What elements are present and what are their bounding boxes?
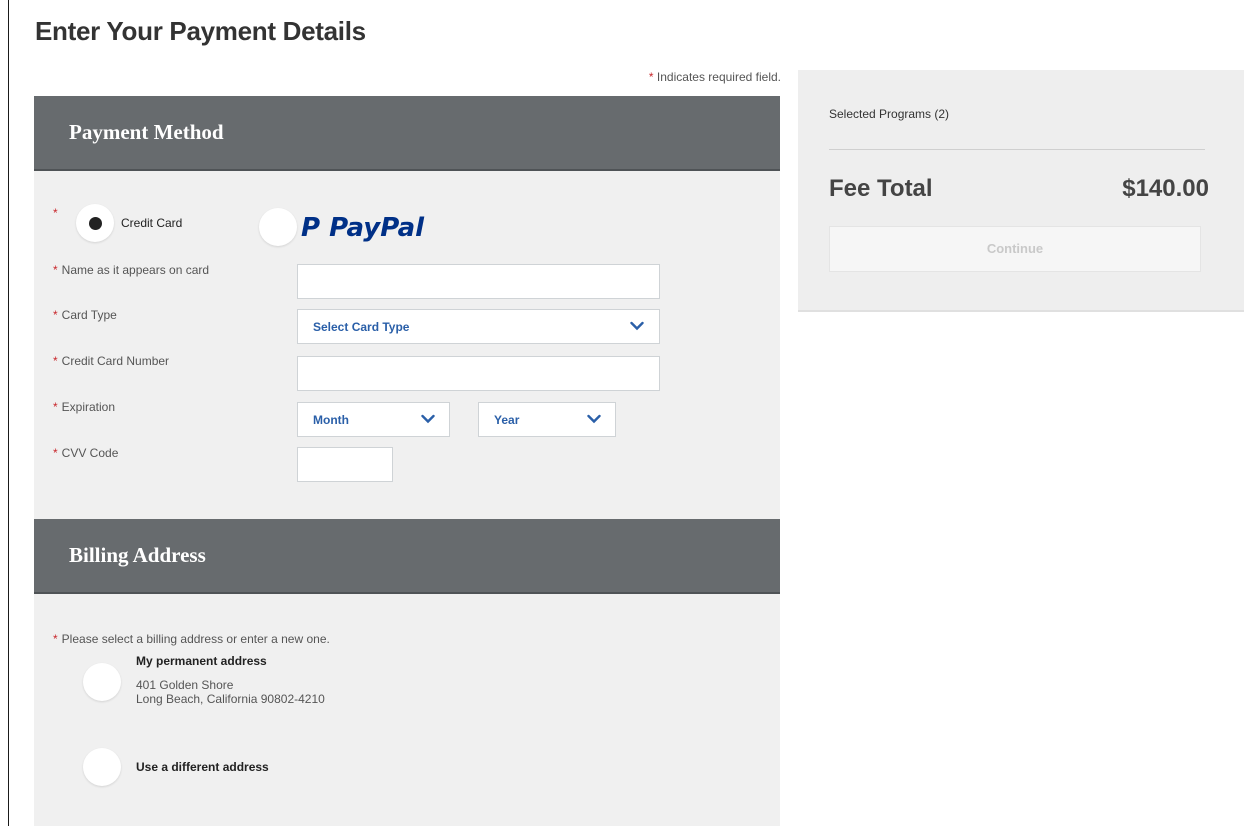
page-title: Enter Your Payment Details <box>35 16 366 46</box>
fee-total-label: Fee Total <box>829 175 933 202</box>
required-star: * <box>53 263 58 277</box>
payment-method-header: Payment Method <box>34 96 780 171</box>
card-number-label: * Credit Card Number <box>53 354 169 368</box>
billing-address-header: Billing Address <box>34 519 780 594</box>
different-address-label: Use a different address <box>136 760 269 774</box>
year-select-value: Year <box>494 413 520 427</box>
card-type-label-text: Card Type <box>61 308 117 322</box>
name-on-card-label: * Name as it appears on card <box>53 263 209 277</box>
paypal-option[interactable]: P PayPal <box>259 208 449 248</box>
credit-card-option[interactable]: Credit Card <box>76 204 196 242</box>
paypal-logo: P PayPal <box>301 211 424 245</box>
billing-prompt-text: Please select a billing address or enter… <box>61 632 330 646</box>
chevron-down-icon <box>630 321 644 331</box>
required-star: * <box>53 632 58 646</box>
name-on-card-input[interactable] <box>297 264 660 299</box>
card-number-label-text: Credit Card Number <box>61 354 170 368</box>
radio-selected-dot <box>89 217 102 230</box>
expiration-month-select[interactable]: Month <box>297 402 450 437</box>
cvv-label: * CVV Code <box>53 446 118 460</box>
card-type-select[interactable]: Select Card Type <box>297 309 660 344</box>
different-address-option[interactable]: Use a different address <box>83 748 323 788</box>
month-select-value: Month <box>313 413 349 427</box>
summary-divider <box>829 149 1205 150</box>
cvv-input[interactable] <box>297 447 393 482</box>
expiration-label-text: Expiration <box>61 400 116 414</box>
required-star: * <box>53 206 58 220</box>
cvv-label-text: CVV Code <box>61 446 119 460</box>
expiration-year-select[interactable]: Year <box>478 402 616 437</box>
credit-card-label: Credit Card <box>121 216 183 230</box>
card-type-label: * Card Type <box>53 308 117 322</box>
required-star: * <box>53 446 58 460</box>
paypal-p-mark: P <box>301 213 321 243</box>
paypal-wordmark: PayPal <box>329 213 425 243</box>
card-type-select-value: Select Card Type <box>313 320 410 334</box>
payment-method-title: Payment Method <box>69 120 224 144</box>
different-address-radio[interactable] <box>83 748 121 786</box>
billing-prompt: * Please select a billing address or ente… <box>53 632 330 646</box>
chevron-down-icon <box>587 414 601 424</box>
required-star: * <box>53 354 58 368</box>
order-summary: Selected Programs (2) Fee Total $140.00 … <box>798 70 1244 312</box>
payment-panel: Payment Method * Credit Card P PayPal * N… <box>34 96 780 826</box>
required-star: * <box>53 308 58 322</box>
permanent-address-radio[interactable] <box>83 663 121 701</box>
card-number-input[interactable] <box>297 356 660 391</box>
credit-card-radio[interactable] <box>76 204 114 242</box>
chevron-down-icon <box>421 414 435 424</box>
billing-address-title: Billing Address <box>69 543 206 567</box>
required-field-note: * Indicates required field. <box>9 70 781 84</box>
expiration-label: * Expiration <box>53 400 115 414</box>
permanent-address-line1: 401 Golden Shore <box>136 678 234 692</box>
permanent-address-option[interactable]: My permanent address 401 Golden Shore Lo… <box>83 652 403 712</box>
page-frame: Enter Your Payment Details * Indicates r… <box>8 0 1257 826</box>
permanent-address-line2: Long Beach, California 90802-4210 <box>136 692 325 706</box>
continue-button[interactable]: Continue <box>829 226 1201 272</box>
required-star: * <box>648 70 654 84</box>
required-note-text: Indicates required field. <box>656 70 781 84</box>
permanent-address-title: My permanent address <box>136 654 267 668</box>
selected-programs-label: Selected Programs (2) <box>829 107 950 121</box>
required-star: * <box>53 400 58 414</box>
fee-total-value: $140.00 <box>1122 175 1209 202</box>
paypal-radio[interactable] <box>259 208 297 246</box>
name-on-card-label-text: Name as it appears on card <box>61 263 210 277</box>
